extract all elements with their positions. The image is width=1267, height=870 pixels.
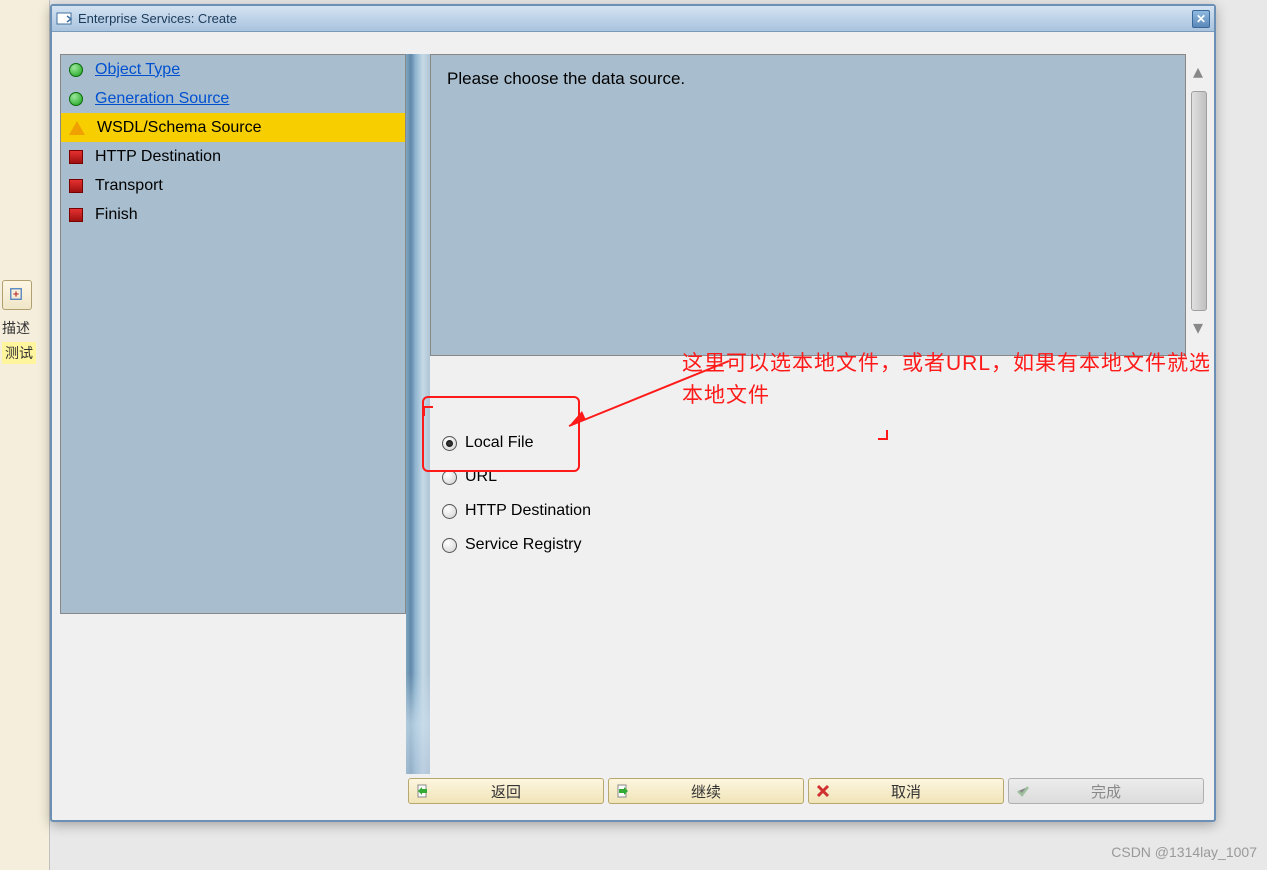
back-icon <box>415 783 431 799</box>
nav-step-label[interactable]: Generation Source <box>95 90 229 108</box>
annotation-corner <box>878 430 888 440</box>
dialog-body: Object Type Generation Source WSDL/Schema … <box>52 32 1214 818</box>
nav-step-1[interactable]: Generation Source <box>61 84 405 113</box>
continue-button[interactable]: 继续 <box>608 778 804 804</box>
nav-step-0[interactable]: Object Type <box>61 55 405 84</box>
annotation-text: 这里可以选本地文件，或者URL，如果有本地文件就选本地文件 <box>682 348 1214 411</box>
radio-option-3[interactable]: Service Registry <box>442 528 1208 562</box>
data-source-radio-group: Local File URL HTTP Destination Service Reg… <box>442 426 1208 562</box>
check-icon <box>69 63 83 77</box>
radio-label: URL <box>465 468 497 486</box>
radio-button[interactable] <box>442 436 457 451</box>
back-button[interactable]: 返回 <box>408 778 604 804</box>
background-toolbar-button[interactable] <box>2 280 32 310</box>
cancel-icon <box>815 783 831 799</box>
nav-step-4: Transport <box>61 171 405 200</box>
nav-step-label: Transport <box>95 177 163 195</box>
close-button[interactable]: ✕ <box>1192 10 1210 28</box>
finish-icon <box>1015 783 1031 799</box>
instruction-box: Please choose the data source. ▴ ▾ <box>430 54 1186 356</box>
back-label: 返回 <box>491 781 521 802</box>
content-panel: Please choose the data source. ▴ ▾ Local… <box>430 54 1208 774</box>
radio-option-2[interactable]: HTTP Destination <box>442 494 1208 528</box>
nav-step-label: Finish <box>95 206 138 224</box>
warning-icon <box>69 121 85 135</box>
radio-label: Service Registry <box>465 536 581 554</box>
check-icon <box>69 92 83 106</box>
titlebar: Enterprise Services: Create ✕ <box>52 6 1214 32</box>
nav-step-5: Finish <box>61 200 405 229</box>
nav-step-2: WSDL/Schema Source <box>61 113 405 142</box>
finish-label: 完成 <box>1091 781 1121 802</box>
dialog-title: Enterprise Services: Create <box>78 11 1192 26</box>
nav-step-3: HTTP Destination <box>61 142 405 171</box>
dialog-wizard: Enterprise Services: Create ✕ Object Typ… <box>50 4 1216 822</box>
radio-button[interactable] <box>442 504 457 519</box>
dialog-icon <box>56 11 72 27</box>
nav-panel: Object Type Generation Source WSDL/Schema … <box>60 54 406 614</box>
background-sidebar <box>0 0 50 870</box>
radio-button[interactable] <box>442 538 457 553</box>
cancel-button[interactable]: 取消 <box>808 778 1004 804</box>
background-label-description: 描述 <box>2 318 30 338</box>
instruction-text: Please choose the data source. <box>431 55 1185 103</box>
finish-button: 完成 <box>1008 778 1204 804</box>
cancel-label: 取消 <box>891 781 921 802</box>
pending-icon <box>69 150 83 164</box>
background-label-test: 测试 <box>2 342 36 364</box>
radio-label: Local File <box>465 434 533 452</box>
scroll-thumb[interactable] <box>1191 91 1207 311</box>
radio-option-1[interactable]: URL <box>442 460 1208 494</box>
watermark: CSDN @1314lay_1007 <box>1111 844 1257 860</box>
radio-button[interactable] <box>442 470 457 485</box>
button-bar: 返回 继续 取消 完成 <box>52 778 1214 812</box>
pending-icon <box>69 208 83 222</box>
scroll-up-icon[interactable]: ▴ <box>1187 61 1209 83</box>
nav-step-label: HTTP Destination <box>95 148 221 166</box>
radio-option-0[interactable]: Local File <box>442 426 1208 460</box>
continue-icon <box>615 783 631 799</box>
scroll-down-icon[interactable]: ▾ <box>1187 317 1209 339</box>
pending-icon <box>69 179 83 193</box>
nav-step-label[interactable]: Object Type <box>95 61 180 79</box>
nav-step-label: WSDL/Schema Source <box>97 119 262 137</box>
annotation-corner <box>423 406 433 416</box>
continue-label: 继续 <box>691 781 721 802</box>
radio-label: HTTP Destination <box>465 502 591 520</box>
